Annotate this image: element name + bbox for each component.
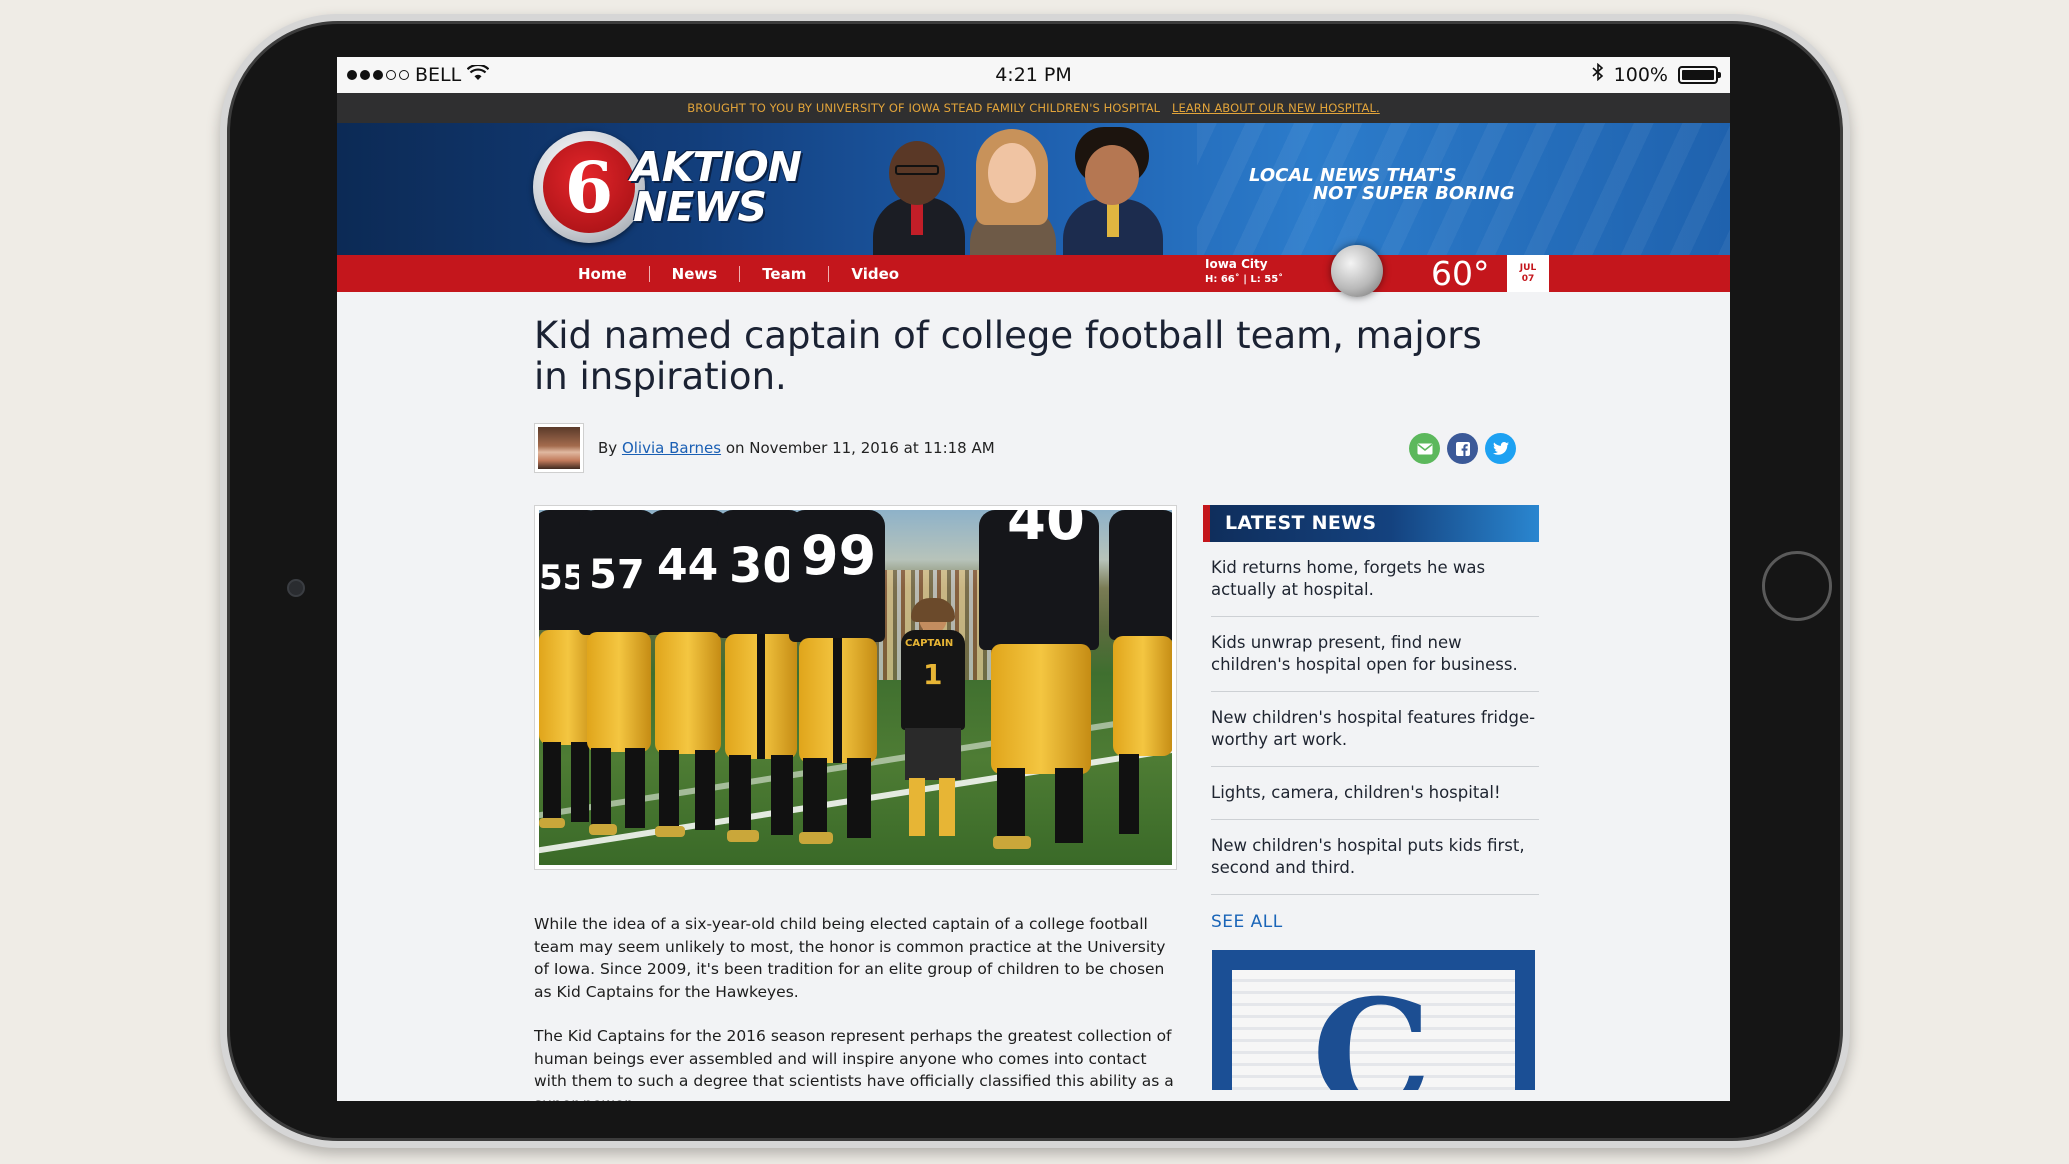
bluetooth-icon [1592, 62, 1604, 86]
news-link[interactable]: Kid returns home, forgets he was actuall… [1211, 542, 1539, 617]
facebook-share-icon[interactable] [1447, 433, 1478, 464]
news-link[interactable]: Lights, camera, children's hospital! [1211, 767, 1539, 820]
news-list: Kid returns home, forgets he was actuall… [1211, 542, 1539, 895]
weather-temperature: 60° [1431, 254, 1490, 293]
main-nav: Home News Team Video Iowa City H: 66˚ | … [337, 245, 1730, 297]
player-edge [1109, 510, 1172, 855]
latest-news-sidebar: LATEST NEWS Kid returns home, forgets he… [1203, 505, 1539, 1090]
site-logo[interactable]: 6 AKTION NEWS [533, 131, 802, 243]
battery-percent: 100% [1613, 63, 1668, 86]
clock: 4:21 PM [995, 64, 1072, 86]
status-bar: BELL 4:21 PM 100% [337, 57, 1730, 93]
see-all-link[interactable]: SEE ALL [1211, 912, 1539, 932]
player-40: 40 [979, 510, 1099, 855]
moon-icon [1331, 245, 1383, 297]
article-paragraph: The Kid Captains for the 2016 season rep… [534, 1027, 1174, 1101]
nav-team[interactable]: Team [740, 265, 828, 283]
status-right: 100% [1592, 62, 1721, 86]
nav-video[interactable]: Video [829, 265, 921, 283]
logo-emblem-icon: 6 [533, 131, 645, 243]
ad-logo-letter: C [1312, 970, 1432, 1090]
article-body: While the idea of a six-year-old child b… [534, 913, 1184, 1101]
front-camera [287, 579, 305, 597]
author-avatar[interactable] [534, 423, 584, 473]
byline: By Olivia Barnes on November 11, 2016 at… [534, 423, 995, 473]
sponsor-bar: BROUGHT TO YOU BY UNIVERSITY OF IOWA STE… [337, 93, 1730, 123]
article-photo[interactable]: 55 57 44 30 99 CAPTAIN 1 40 [534, 505, 1177, 870]
nav-home[interactable]: Home [556, 265, 649, 283]
publish-date: on November 11, 2016 at 11:18 AM [725, 439, 995, 457]
byline-by: By [598, 439, 618, 457]
screen: BELL 4:21 PM 100% BROUGHT TO YOU BY UNIV… [337, 57, 1730, 1101]
sidebar-ad[interactable]: C [1212, 950, 1535, 1090]
player-99: 99 [789, 510, 885, 855]
site-banner: 6 AKTION NEWS LOCAL NEWS THAT'S NOT SUPE… [337, 123, 1730, 255]
tagline: LOCAL NEWS THAT'S NOT SUPER BORING [1249, 165, 1515, 204]
news-link[interactable]: Kids unwrap present, find new children's… [1211, 617, 1539, 692]
nav-news[interactable]: News [650, 265, 740, 283]
weather-high-low: H: 66˚ | L: 55˚ [1205, 274, 1284, 285]
sponsor-text: BROUGHT TO YOU BY UNIVERSITY OF IOWA STE… [687, 101, 1161, 115]
home-button[interactable] [1762, 551, 1832, 621]
weather-city: Iowa City [1205, 257, 1268, 271]
twitter-share-icon[interactable] [1485, 433, 1516, 464]
date-badge: JUL 07 [1507, 255, 1549, 292]
author-link[interactable]: Olivia Barnes [622, 439, 721, 457]
article-title: Kid named captain of college football te… [534, 314, 1482, 398]
kid-captain: CAPTAIN 1 [897, 598, 969, 852]
player-57: 57 [579, 510, 657, 855]
article-paragraph: While the idea of a six-year-old child b… [534, 915, 1166, 1001]
sponsor-link[interactable]: LEARN ABOUT OUR NEW HOSPITAL. [1172, 101, 1380, 115]
anchor-kids-image [867, 123, 1187, 255]
logo-wordmark: AKTION NEWS [631, 143, 802, 231]
news-link[interactable]: New children's hospital puts kids first,… [1211, 820, 1539, 895]
latest-news-header: LATEST NEWS [1203, 505, 1539, 542]
news-link[interactable]: New children's hospital features fridge-… [1211, 692, 1539, 767]
battery-icon [1678, 65, 1721, 84]
email-share-icon[interactable] [1409, 433, 1440, 464]
share-buttons [1409, 433, 1516, 464]
